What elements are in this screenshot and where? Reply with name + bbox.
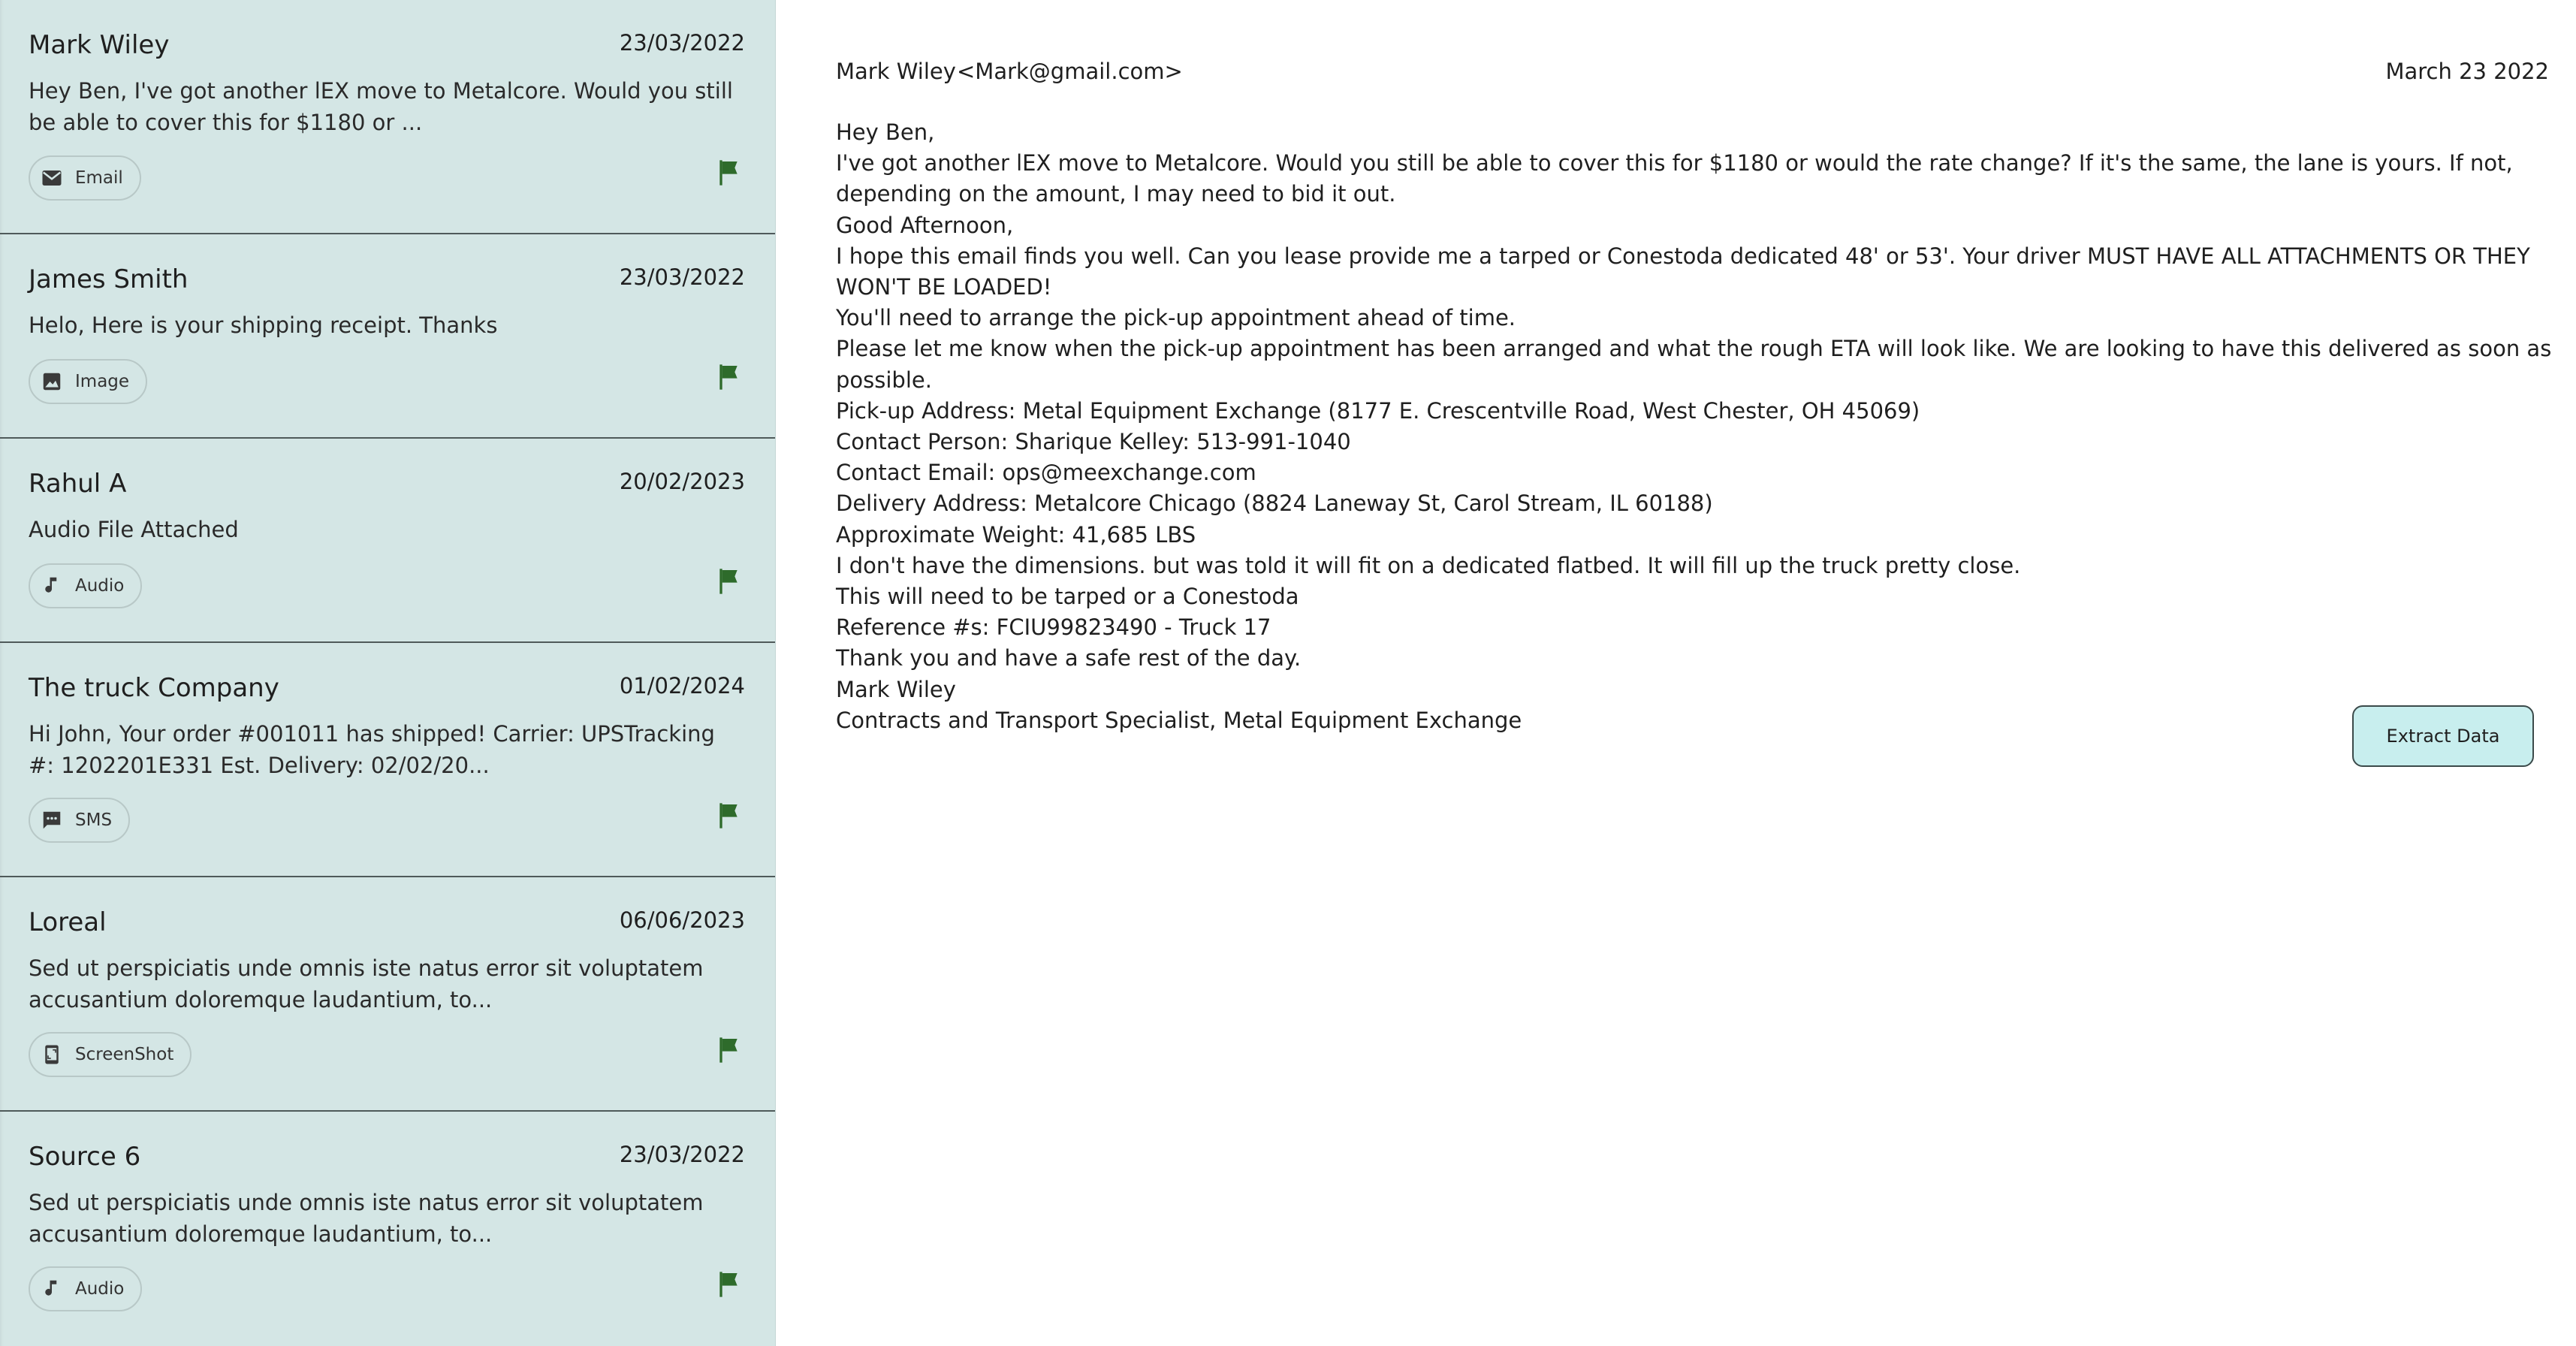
email-icon (39, 165, 65, 191)
body-line: Reference #s: FCIU99823490 - Truck 17 (836, 614, 1271, 641)
message-card[interactable]: Mark Wiley 23/03/2022 Hey Ben, I've got … (0, 0, 775, 234)
body-line: Mark Wiley (836, 676, 956, 702)
sender-name: Source 6 (29, 1142, 141, 1172)
message-date: 06/06/2023 (619, 907, 745, 933)
flag-icon[interactable] (713, 158, 744, 188)
source-chip-label: SMS (75, 810, 113, 830)
message-preview: Sed ut perspiciatis unde omnis iste natu… (29, 1190, 704, 1247)
message-preview: Hey Ben, I've got another lEX move to Me… (29, 78, 733, 135)
message-card[interactable]: The truck Company 01/02/2024 Hi John, Yo… (0, 643, 775, 877)
sender-name: The truck Company (29, 673, 279, 703)
body-line: Pick-up Address: Metal Equipment Exchang… (836, 397, 1920, 424)
message-preview: Sed ut perspiciatis unde omnis iste natu… (29, 955, 704, 1013)
message-card[interactable]: Rahul A 20/02/2023 Audio File Attached A… (0, 439, 775, 643)
message-card[interactable]: James Smith 23/03/2022 Helo, Here is you… (0, 234, 775, 439)
message-body: Hey Ben, I've got another lEX move to Me… (836, 117, 2571, 736)
body-line: This will need to be tarped or a Conesto… (836, 584, 1299, 610)
sender-name: Rahul A (29, 469, 127, 499)
body-line: Contact Email: ops@meexchange.com (836, 460, 1256, 486)
sender-name: James Smith (29, 264, 189, 294)
body-line: Thank you and have a safe rest of the da… (836, 645, 1302, 671)
message-date: 23/03/2022 (619, 30, 745, 56)
flag-icon[interactable] (713, 566, 744, 596)
body-line: Good Afternoon, (836, 212, 1014, 238)
message-date: 01/02/2024 (619, 673, 745, 699)
source-chip[interactable]: Image (29, 359, 148, 404)
message-date: March 23 2022 (2385, 59, 2549, 84)
message-date: 23/03/2022 (619, 1142, 745, 1167)
source-chip-label: Email (75, 168, 123, 188)
source-chip[interactable]: Audio (29, 1266, 143, 1311)
body-line: Delivery Address: Metalcore Chicago (882… (836, 490, 1713, 517)
source-chip-label: Audio (75, 1279, 125, 1299)
source-chip[interactable]: Email (29, 155, 141, 201)
reading-pane: Mark Wiley <Mark@gmail.com> March 23 202… (776, 0, 2576, 1346)
body-line: I hope this email finds you well. Can yo… (836, 243, 2530, 300)
body-line: Approximate Weight: 41,685 LBS (836, 521, 1196, 548)
sender-name: Loreal (29, 907, 107, 937)
from-name: Mark Wiley (836, 59, 956, 84)
music-note-icon (39, 1276, 65, 1302)
message-preview: Audio File Attached (29, 517, 239, 542)
screenshot-icon (39, 1042, 65, 1067)
body-line: I've got another lEX move to Metalcore. … (836, 150, 2513, 207)
message-list: Mark Wiley 23/03/2022 Hey Ben, I've got … (0, 0, 776, 1346)
source-chip[interactable]: SMS (29, 798, 131, 843)
source-chip[interactable]: ScreenShot (29, 1032, 192, 1077)
body-line: Hey Ben, (836, 119, 935, 145)
flag-icon[interactable] (713, 1269, 744, 1299)
flag-icon[interactable] (713, 1035, 744, 1065)
message-header: Mark Wiley <Mark@gmail.com> March 23 202… (836, 59, 2549, 89)
app-window: Mark Wiley 23/03/2022 Hey Ben, I've got … (0, 0, 2576, 1346)
body-line: Please let me know when the pick-up appo… (836, 336, 2552, 393)
body-line: Contact Person: Sharique Kelley: 513-991… (836, 429, 1351, 455)
flag-icon[interactable] (713, 801, 744, 831)
from-email: <Mark@gmail.com> (957, 59, 1183, 84)
body-line: Contracts and Transport Specialist, Meta… (836, 707, 1522, 733)
source-chip-label: Image (75, 372, 130, 391)
message-card[interactable]: Loreal 06/06/2023 Sed ut perspiciatis un… (0, 877, 775, 1112)
body-line: You'll need to arrange the pick-up appoi… (836, 305, 1516, 331)
source-chip-label: Audio (75, 576, 125, 596)
flag-icon[interactable] (713, 362, 744, 392)
message-preview: Helo, Here is your shipping receipt. Tha… (29, 312, 498, 338)
music-note-icon (39, 573, 65, 599)
message-date: 20/02/2023 (619, 469, 745, 494)
source-chip[interactable]: Audio (29, 563, 143, 608)
message-date: 23/03/2022 (619, 264, 745, 290)
sender-name: Mark Wiley (29, 30, 170, 60)
extract-data-button[interactable]: Extract Data (2352, 705, 2534, 767)
image-icon (39, 369, 65, 394)
source-chip-label: ScreenShot (75, 1045, 174, 1064)
body-line: I don't have the dimensions. but was tol… (836, 552, 2021, 578)
message-preview: Hi John, Your order #001011 has shipped!… (29, 721, 715, 778)
sms-icon (39, 807, 65, 833)
message-card[interactable]: Source 6 23/03/2022 Sed ut perspiciatis … (0, 1112, 775, 1346)
